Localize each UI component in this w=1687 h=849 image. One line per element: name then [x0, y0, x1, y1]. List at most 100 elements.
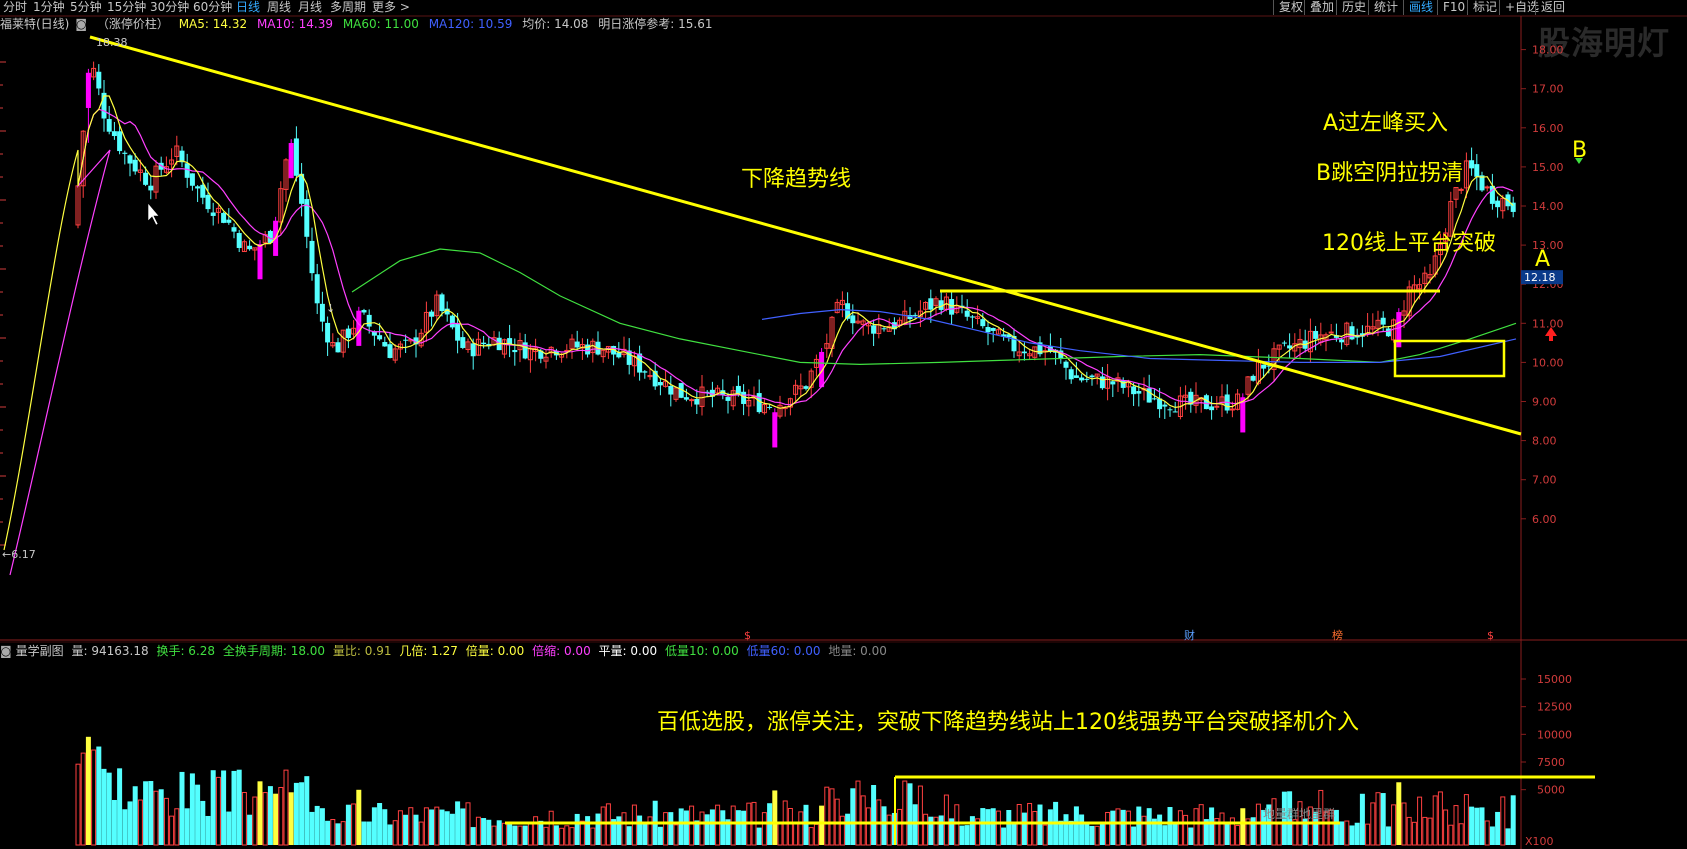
- volume-bar: [210, 770, 216, 845]
- candle-body: [1021, 351, 1027, 354]
- volume-bar: [1084, 822, 1090, 845]
- candle-body: [1146, 388, 1152, 403]
- volume-bar: [345, 804, 351, 845]
- price-tick-label: 16.00: [1532, 122, 1564, 135]
- candle-body: [689, 399, 695, 402]
- volume-panel-icon[interactable]: ◙: [0, 644, 12, 658]
- candle-body: [1063, 361, 1069, 368]
- volume-bar: [1177, 810, 1183, 846]
- volume-bar: [1224, 823, 1230, 845]
- volume-bar: [522, 825, 528, 845]
- candle-body: [683, 397, 689, 400]
- volume-bar: [132, 786, 138, 845]
- volume-bar: [1396, 782, 1402, 845]
- volume-bar: [621, 812, 627, 846]
- volume-bar: [683, 810, 689, 845]
- volume-bar: [423, 807, 429, 846]
- volume-bar: [460, 808, 466, 845]
- candle-body: [288, 143, 294, 179]
- volume-bar: [1370, 802, 1376, 846]
- volume-bar: [756, 827, 762, 845]
- volume-bar: [288, 792, 294, 845]
- volume-bar: [501, 822, 507, 846]
- volume-bar: [1110, 810, 1116, 845]
- volume-bar: [741, 810, 747, 845]
- volume-bar: [720, 810, 726, 845]
- volume-bar: [995, 810, 1001, 846]
- volume-bar: [221, 770, 227, 845]
- volume-bar: [231, 770, 237, 845]
- volume-bar: [954, 804, 960, 846]
- volume-bar: [91, 749, 97, 846]
- volume-bar: [455, 801, 461, 845]
- candle-body: [96, 71, 102, 89]
- volume-bar: [772, 790, 778, 845]
- volume-bar: [1193, 808, 1199, 846]
- volume-bar: [1354, 822, 1360, 845]
- price-tick-label: 17.00: [1532, 83, 1564, 96]
- volume-bar: [1453, 805, 1459, 846]
- candle-body: [1151, 398, 1157, 400]
- volume-bar: [169, 815, 175, 846]
- high-price-label: 18.38: [96, 36, 128, 49]
- volume-bar: [642, 823, 648, 845]
- candle-body: [132, 159, 138, 172]
- volume-bar: [1006, 810, 1012, 845]
- candle-body: [439, 294, 445, 312]
- volume-bar: [335, 823, 341, 845]
- volume-bar: [579, 820, 585, 846]
- volume-bar: [1162, 825, 1168, 845]
- candle-body: [1073, 375, 1079, 378]
- volume-bar: [299, 782, 305, 845]
- downtrend-label: 下降趋势线: [741, 167, 851, 192]
- candle-body: [1131, 386, 1137, 395]
- volume-bar: [881, 806, 887, 845]
- volume-bar: [1474, 807, 1480, 845]
- volume-bar: [371, 807, 377, 845]
- volume-bar: [80, 752, 86, 846]
- volume-bar: [1198, 804, 1204, 846]
- price-tick-label: 11.00: [1532, 317, 1564, 330]
- candle-body: [1349, 326, 1355, 340]
- candle-body: [1068, 369, 1074, 380]
- volume-bar: [1073, 806, 1079, 845]
- event-mark: $: [744, 629, 751, 642]
- volume-bar: [507, 823, 513, 845]
- candle-body: [1214, 405, 1220, 408]
- event-mark: 财: [1184, 628, 1195, 642]
- volume-bar: [137, 799, 143, 846]
- price-tick-label: 10.00: [1532, 356, 1564, 369]
- candle-body: [449, 315, 455, 328]
- volume-bar: [1094, 825, 1100, 846]
- candle-body: [969, 316, 975, 318]
- candle-body: [319, 303, 325, 322]
- volume-bar: [985, 809, 991, 845]
- candle-body: [1261, 364, 1267, 369]
- volume-bar: [1250, 817, 1256, 845]
- volume-bar: [158, 789, 164, 845]
- volume-bar: [293, 782, 299, 845]
- candle-body: [1328, 331, 1334, 334]
- volume-bar: [179, 771, 185, 845]
- volume-bar: [647, 816, 653, 846]
- volume-panel-title[interactable]: 量学副图: [16, 644, 64, 658]
- volume-bar: [699, 811, 705, 846]
- volume-bar: [969, 816, 975, 845]
- platform-label: 120线上平台突破: [1322, 231, 1496, 256]
- volume-bar: [1380, 793, 1386, 845]
- volume-bar: [1500, 796, 1506, 846]
- kline-chart[interactable]: 18.0017.0016.0015.0014.0013.0012.0011.00…: [0, 0, 1687, 849]
- volume-bar: [1437, 791, 1443, 846]
- volume-bar: [111, 799, 117, 845]
- candle-body: [247, 245, 253, 250]
- candle-body: [345, 328, 351, 338]
- candle-body: [1079, 377, 1085, 381]
- candle-body: [335, 342, 341, 353]
- volume-bar: [1125, 810, 1131, 846]
- flat-value: 平量: 0.00: [598, 644, 658, 658]
- platform-box: [1393, 339, 1506, 378]
- volume-bar: [1089, 825, 1095, 845]
- volume-bar: [1255, 803, 1261, 846]
- volume-bar: [117, 768, 123, 845]
- candle-body: [106, 119, 112, 132]
